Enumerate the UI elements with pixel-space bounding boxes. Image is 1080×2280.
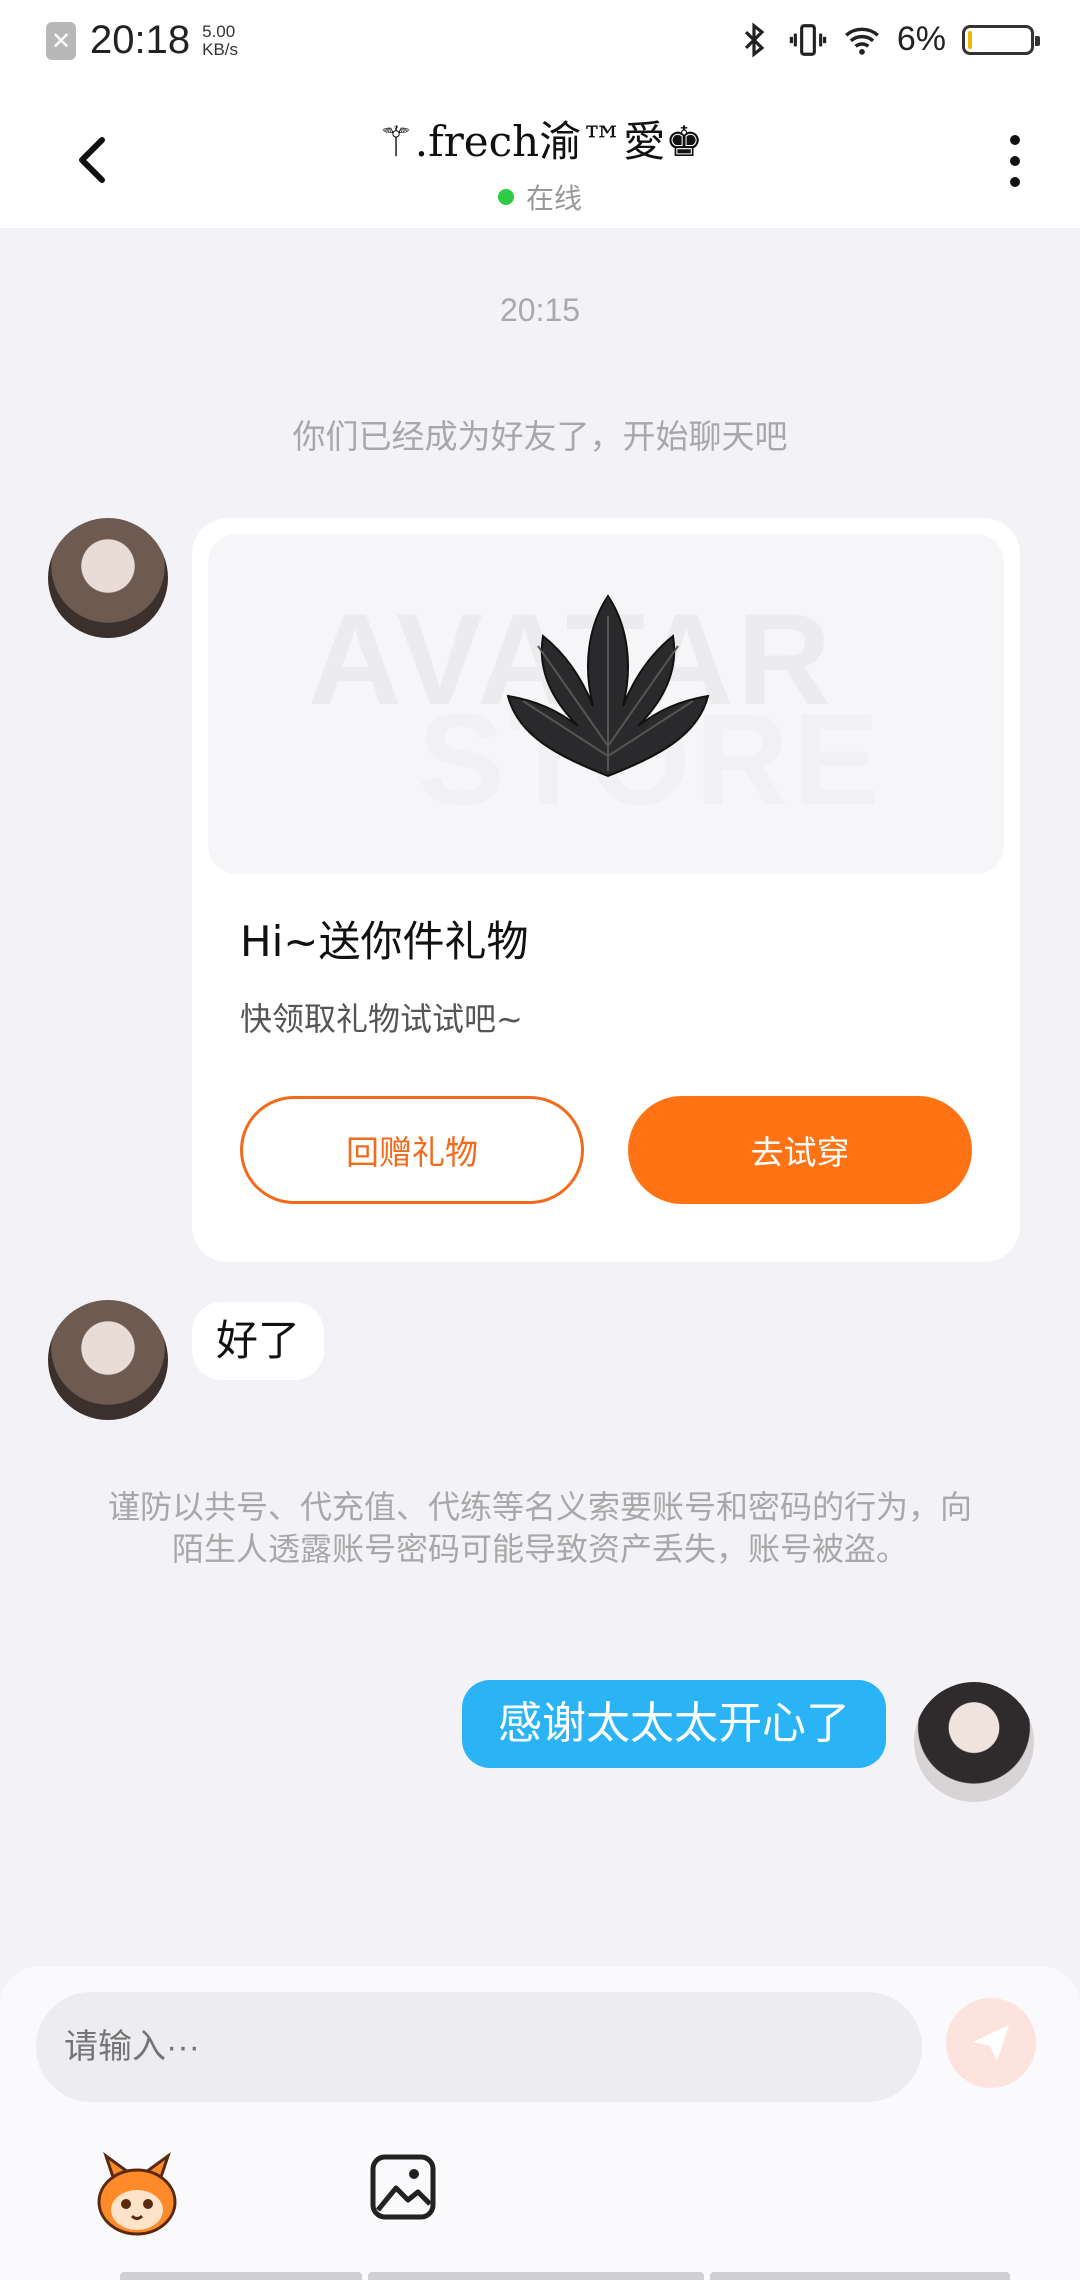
mascot-icon[interactable]	[92, 2150, 182, 2240]
gift-title: Hi~送你件礼物	[240, 917, 529, 966]
bluetooth-icon	[744, 21, 765, 58]
online-status: 在线	[497, 177, 582, 217]
network-speed: 5.00 KB/s	[202, 21, 239, 59]
my-avatar[interactable]	[914, 1682, 1034, 1802]
friend-notice: 你们已经成为好友了，开始聊天吧	[292, 417, 788, 456]
gift-card: AVATAR STORE Hi~送你件礼物 快领取礼物试试吧~ 回赠礼物 去试穿	[192, 518, 1020, 1262]
gift-preview-image[interactable]: AVATAR STORE	[208, 534, 1004, 874]
status-time: 20:18	[90, 18, 191, 62]
more-vertical-icon[interactable]	[990, 126, 1040, 196]
chat-header: ⚚.frech渝™愛♚ 在线	[0, 86, 1080, 228]
status-bar: ✕ 20:18 5.00 KB/s 6%	[0, 0, 1080, 86]
battery-icon	[962, 24, 1040, 55]
image-icon[interactable]	[368, 2152, 438, 2222]
black-leaf-icon	[506, 594, 710, 778]
battery-percent: 6%	[896, 20, 946, 58]
wifi-icon	[844, 27, 879, 55]
notification-blocked-icon: ✕	[46, 21, 76, 60]
composer-panel	[0, 1966, 1080, 2280]
home-indicator	[120, 2272, 1010, 2280]
message-timestamp: 20:15	[499, 292, 581, 328]
security-warning: 谨防以共号、代充值、代练等名义索要账号和密码的行为，向陌生人透露账号密码可能导致…	[107, 1488, 972, 1568]
online-dot-icon	[497, 189, 514, 205]
incoming-message-bubble[interactable]: 好了	[192, 1302, 325, 1380]
gift-subtitle: 快领取礼物试试吧~	[240, 1000, 523, 1038]
contact-avatar[interactable]	[48, 518, 168, 638]
outgoing-message-bubble[interactable]: 感谢太太太开心了	[462, 1680, 886, 1768]
send-icon	[973, 2025, 1009, 2061]
contact-name: ⚚.frech渝™愛♚	[377, 117, 703, 166]
return-gift-button[interactable]: 回赠礼物	[240, 1096, 584, 1204]
vibrate-icon	[789, 23, 827, 56]
contact-avatar[interactable]	[48, 1300, 168, 1420]
message-input[interactable]	[36, 1992, 922, 2102]
send-button[interactable]	[946, 1998, 1036, 2088]
try-on-button[interactable]: 去试穿	[628, 1096, 972, 1204]
